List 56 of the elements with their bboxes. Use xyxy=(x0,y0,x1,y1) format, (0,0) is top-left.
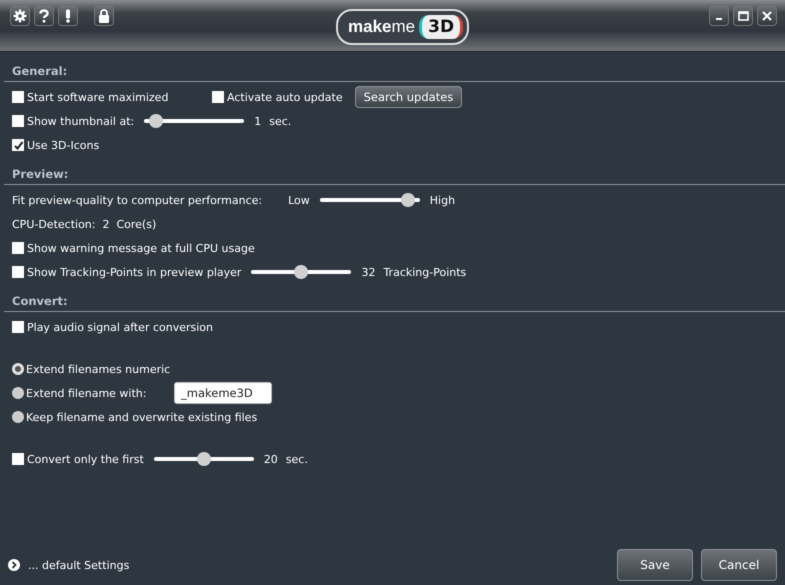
slider[interactable] xyxy=(251,265,352,279)
section-heading: General: xyxy=(12,63,68,80)
checkbox[interactable] xyxy=(12,266,24,278)
radio-label: Keep filename and overwrite existing files xyxy=(26,410,258,424)
minimize-icon[interactable] xyxy=(709,6,729,26)
checkbox-label: Activate auto update xyxy=(227,90,343,104)
settings-icon[interactable] xyxy=(10,6,30,26)
slider[interactable] xyxy=(144,114,244,128)
checkbox-label: Show warning message at full CPU usage xyxy=(27,242,255,254)
quality-label: Fit preview-quality to computer performance: xyxy=(12,194,262,206)
slider-thumb[interactable] xyxy=(401,193,416,207)
slider-value: 1 xyxy=(254,114,262,128)
high-label: High xyxy=(430,194,456,206)
unit-label: sec. xyxy=(286,452,308,466)
slider-value: 32 xyxy=(361,266,376,278)
unit-label: Tracking-Points xyxy=(383,266,466,278)
checkbox[interactable] xyxy=(12,139,24,151)
dialog-button[interactable]: Cancel xyxy=(701,549,777,581)
slider-value: 20 xyxy=(264,452,278,466)
help-icon[interactable] xyxy=(34,6,54,26)
radio-label: Extend filenames numeric xyxy=(26,362,170,376)
cpu-detection-text: CPU-Detection: 2 Core(s) xyxy=(12,218,156,230)
slider-thumb[interactable] xyxy=(294,265,308,279)
checkbox-label: Play audio signal after conversion xyxy=(27,320,214,334)
checkbox[interactable] xyxy=(12,453,24,465)
radio-button[interactable] xyxy=(12,363,24,375)
checkbox[interactable] xyxy=(12,91,24,103)
search-updates-button[interactable]: Search updates xyxy=(354,86,462,108)
close-icon[interactable] xyxy=(757,6,777,26)
checkbox-label: Start software maximized xyxy=(27,90,170,104)
app-logo: makeme 3D xyxy=(336,9,470,45)
radio-button[interactable] xyxy=(12,411,24,423)
suffix-input-field[interactable]: _makeme3D xyxy=(174,382,272,404)
radio-label: Extend filename with: xyxy=(26,386,148,400)
low-label: Low xyxy=(288,194,310,206)
checkbox[interactable] xyxy=(12,242,24,254)
slider[interactable] xyxy=(320,193,420,207)
radio-button[interactable] xyxy=(12,387,24,399)
slider-thumb[interactable] xyxy=(148,114,163,128)
dialog-button[interactable]: Save xyxy=(617,549,693,581)
alert-icon[interactable] xyxy=(58,6,78,26)
checkbox[interactable] xyxy=(212,91,224,103)
checkbox-label: Show thumbnail at: xyxy=(27,114,134,128)
lock-icon[interactable] xyxy=(94,6,114,26)
checkbox-label: Convert only the first xyxy=(27,452,144,466)
default-settings-link[interactable]: ... default Settings xyxy=(28,558,130,572)
checkbox[interactable] xyxy=(12,115,24,127)
slider[interactable] xyxy=(154,452,254,466)
checkbox-label: Use 3D-Icons xyxy=(27,138,100,152)
section-heading: Convert: xyxy=(12,293,69,310)
slider-thumb[interactable] xyxy=(196,452,211,466)
unit-label: sec. xyxy=(269,114,292,128)
section-heading: Preview: xyxy=(12,166,70,183)
maximize-icon[interactable] xyxy=(733,6,753,26)
checkbox-label: Show Tracking-Points in preview player xyxy=(27,266,242,278)
checkbox[interactable] xyxy=(12,321,24,333)
